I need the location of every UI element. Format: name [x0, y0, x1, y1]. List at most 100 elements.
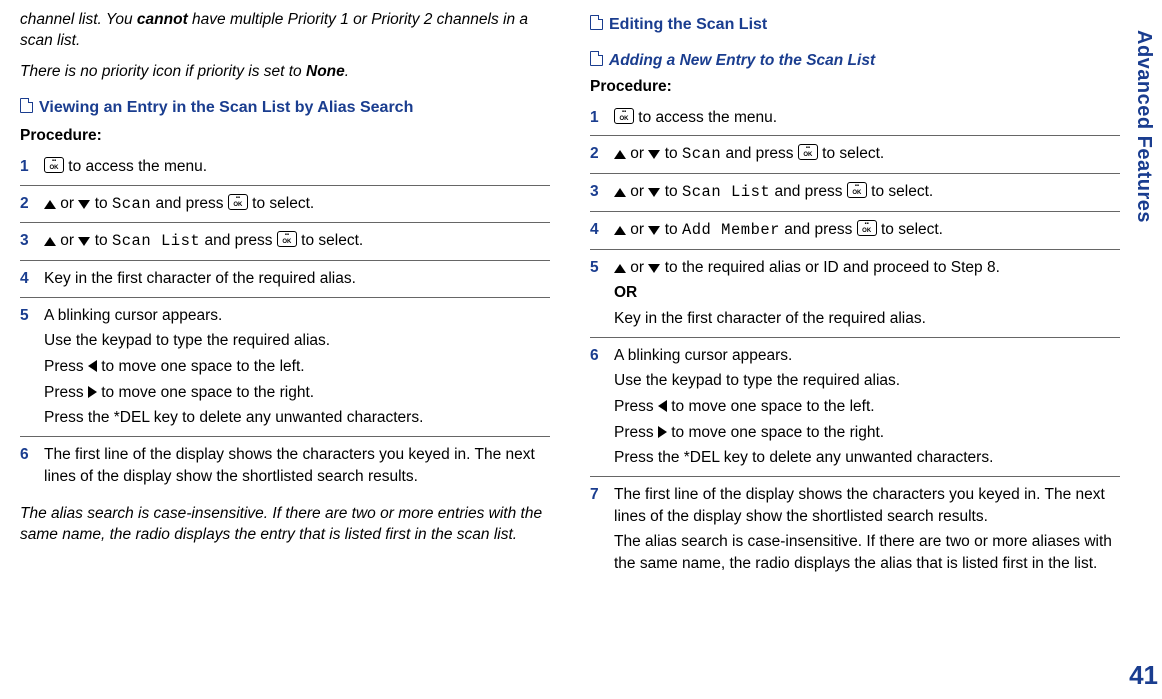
document-icon	[590, 51, 603, 66]
step-body: A blinking cursor appears. Use the keypa…	[614, 345, 1120, 469]
text: The first line of the display shows the …	[44, 444, 550, 487]
step-body: The first line of the display shows the …	[44, 444, 550, 487]
section-heading: Viewing an Entry in the Scan List by Ali…	[20, 97, 550, 119]
step-number: 1	[20, 156, 36, 178]
down-arrow-icon	[78, 200, 90, 209]
text: to	[660, 183, 682, 200]
heading-text: Editing the Scan List	[609, 16, 767, 33]
step-body: or to Scan and press ▪▪OK to select.	[614, 143, 1120, 166]
mono-label: Scan	[112, 195, 151, 213]
step-number: 5	[590, 257, 606, 330]
text: to	[90, 195, 112, 212]
step-number: 5	[20, 305, 36, 429]
text-bold: cannot	[137, 11, 188, 28]
text: Use the keypad to type the required alia…	[614, 370, 1120, 392]
text: and press	[780, 221, 857, 238]
text: to access the menu.	[634, 109, 777, 126]
text: Key in the first character of the requir…	[44, 268, 550, 290]
text: Use the keypad to type the required alia…	[44, 330, 550, 352]
text: Key in the first character of the requir…	[614, 308, 1120, 330]
text: Press	[44, 358, 88, 375]
text: and press	[770, 183, 847, 200]
left-arrow-icon	[88, 360, 97, 372]
up-arrow-icon	[44, 200, 56, 209]
text: Press the *DEL key to delete any unwante…	[614, 447, 1120, 469]
text: Press	[614, 398, 658, 415]
ok-key-icon: ▪▪OK	[277, 231, 297, 247]
text: Press	[614, 424, 658, 441]
ok-key-icon: ▪▪OK	[228, 194, 248, 210]
step-4: 4 or to Add Member and press ▪▪OK to sel…	[590, 212, 1120, 250]
text: Press	[44, 384, 88, 401]
mono-label: Scan List	[112, 232, 200, 250]
text: Press the *DEL key to delete any unwante…	[44, 407, 550, 429]
right-arrow-icon	[658, 426, 667, 438]
step-number: 1	[590, 107, 606, 129]
page: channel list. You cannot have multiple P…	[0, 0, 1162, 582]
text: to the required alias or ID and proceed …	[660, 259, 1000, 276]
text: or	[626, 221, 648, 238]
step-body: Key in the first character of the requir…	[44, 268, 550, 290]
text: to select.	[818, 145, 884, 162]
step-body: ▪▪OK to access the menu.	[44, 156, 550, 178]
step-number: 6	[590, 345, 606, 469]
mono-label: Add Member	[682, 221, 780, 239]
text: to move one space to the left.	[97, 358, 305, 375]
step-number: 3	[20, 230, 36, 253]
ok-key-icon: ▪▪OK	[847, 182, 867, 198]
step-body: A blinking cursor appears. Use the keypa…	[44, 305, 550, 429]
text: or	[626, 183, 648, 200]
step-number: 4	[20, 268, 36, 290]
up-arrow-icon	[614, 188, 626, 197]
step-body: or to Scan List and press ▪▪OK to select…	[614, 181, 1120, 204]
step-4: 4 Key in the first character of the requ…	[20, 261, 550, 298]
step-body: or to Scan List and press ▪▪OK to select…	[44, 230, 550, 253]
down-arrow-icon	[78, 237, 90, 246]
step-1: 1 ▪▪OK to access the menu.	[590, 100, 1120, 137]
text-bold: None	[306, 63, 345, 80]
step-3: 3 or to Scan List and press ▪▪OK to sele…	[20, 223, 550, 261]
text: There is no priority icon if priority is…	[20, 63, 306, 80]
step-number: 3	[590, 181, 606, 204]
down-arrow-icon	[648, 188, 660, 197]
step-number: 2	[20, 193, 36, 216]
subsection-heading: Adding a New Entry to the Scan List	[590, 50, 1120, 72]
page-number: 41	[1129, 657, 1158, 693]
subheading-text: Adding a New Entry to the Scan List	[609, 52, 875, 69]
intro-paragraph-2: There is no priority icon if priority is…	[20, 62, 550, 83]
step-body: or to Scan and press ▪▪OK to select.	[44, 193, 550, 216]
text: to move one space to the right.	[97, 384, 314, 401]
left-arrow-icon	[658, 400, 667, 412]
step-6: 6 The first line of the display shows th…	[20, 437, 550, 494]
step-body: The first line of the display shows the …	[614, 484, 1120, 575]
heading-text: Viewing an Entry in the Scan List by Ali…	[39, 99, 413, 116]
text: or	[56, 232, 78, 249]
section-heading: Editing the Scan List	[590, 14, 1120, 36]
text: to select.	[867, 183, 933, 200]
step-number: 7	[590, 484, 606, 575]
ok-key-icon: ▪▪OK	[798, 144, 818, 160]
up-arrow-icon	[44, 237, 56, 246]
ok-key-icon: ▪▪OK	[44, 157, 64, 173]
up-arrow-icon	[614, 226, 626, 235]
step-body: or to the required alias or ID and proce…	[614, 257, 1120, 330]
step-7: 7 The first line of the display shows th…	[590, 477, 1120, 582]
up-arrow-icon	[614, 150, 626, 159]
step-1: 1 ▪▪OK to access the menu.	[20, 149, 550, 186]
ok-key-icon: ▪▪OK	[857, 220, 877, 236]
text: and press	[721, 145, 798, 162]
down-arrow-icon	[648, 226, 660, 235]
text: to	[660, 145, 682, 162]
step-5: 5 A blinking cursor appears. Use the key…	[20, 298, 550, 437]
text: The alias search is case-insensitive. If…	[614, 531, 1120, 574]
text: A blinking cursor appears.	[614, 345, 1120, 367]
step-body: ▪▪OK to access the menu.	[614, 107, 1120, 129]
document-icon	[20, 98, 33, 113]
step-number: 6	[20, 444, 36, 487]
down-arrow-icon	[648, 264, 660, 273]
text: or	[626, 145, 648, 162]
text: to move one space to the left.	[667, 398, 875, 415]
text: or	[626, 259, 648, 276]
note-paragraph: The alias search is case-insensitive. If…	[20, 504, 550, 546]
ok-key-icon: ▪▪OK	[614, 108, 634, 124]
